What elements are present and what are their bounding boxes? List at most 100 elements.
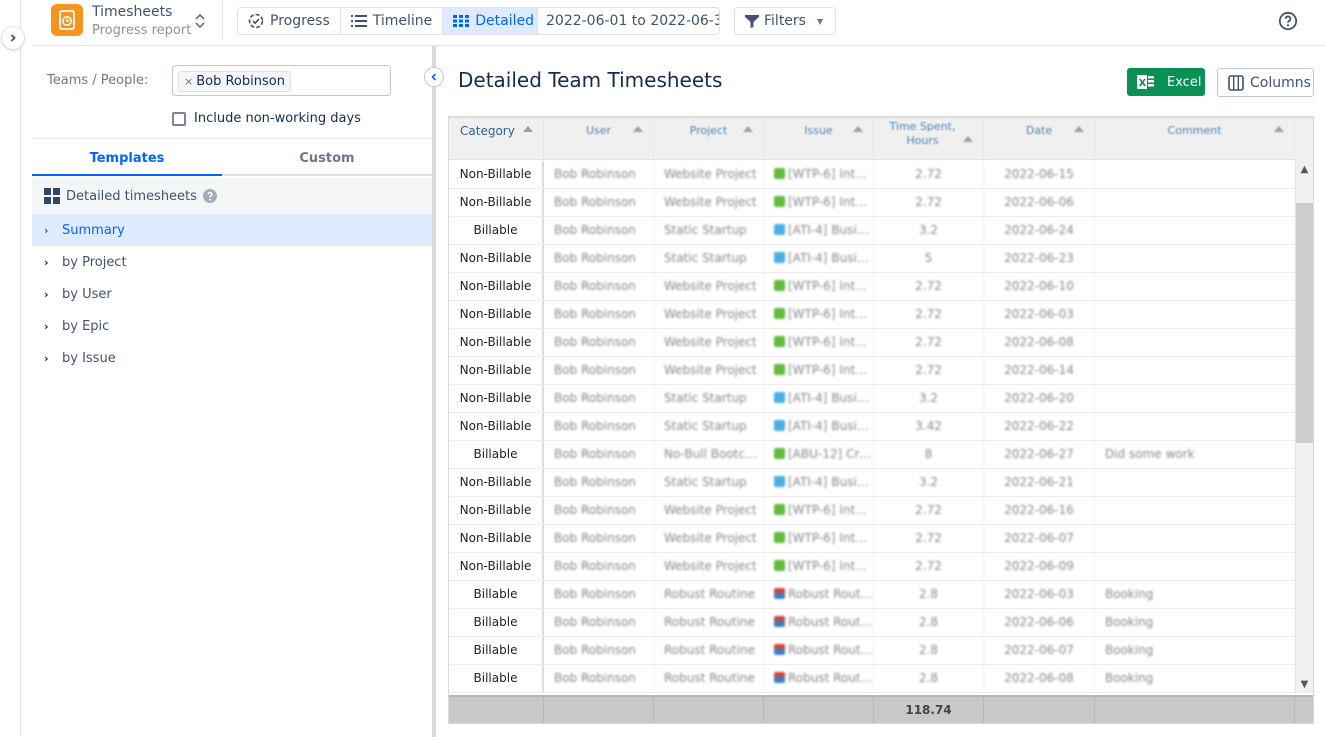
- filters-button[interactable]: Filters ▼: [734, 7, 836, 35]
- issue-link[interactable]: [WTP-6] Integ...: [788, 195, 873, 209]
- tab-custom[interactable]: Custom: [222, 146, 432, 174]
- table-row[interactable]: Non-Billable Bob Robinson Website Project […: [449, 497, 1295, 525]
- issue-link[interactable]: [WTP-6] Integ...: [788, 335, 873, 349]
- left-panel: Teams / People: × Bob Robinson Include n…: [32, 46, 432, 737]
- column-header-issue[interactable]: Issue: [764, 118, 874, 159]
- table-row[interactable]: Billable Bob Robinson Robust Routine Robust…: [449, 581, 1295, 609]
- cell-user: Bob Robinson: [544, 581, 654, 608]
- column-header-project[interactable]: Project: [654, 118, 764, 159]
- table-row[interactable]: Billable Bob Robinson Static Startup [ATI-4…: [449, 217, 1295, 245]
- scroll-down-icon[interactable]: ▼: [1296, 676, 1313, 693]
- footer-cell: [1095, 697, 1295, 723]
- cell-user: Bob Robinson: [544, 385, 654, 412]
- sort-asc-icon: [963, 136, 973, 142]
- table-row[interactable]: Non-Billable Bob Robinson Static Startup [A…: [449, 245, 1295, 273]
- teams-people-label: Teams / People:: [47, 73, 149, 88]
- scroll-up-icon[interactable]: ▲: [1296, 161, 1313, 178]
- collapse-panel-button[interactable]: [424, 67, 444, 87]
- cell-user: Bob Robinson: [544, 665, 654, 692]
- table-row[interactable]: Billable Bob Robinson Robust Routine Robust…: [449, 665, 1295, 693]
- footer-cell: [984, 697, 1095, 723]
- non-working-days-checkbox[interactable]: [172, 111, 186, 126]
- view-progress-button[interactable]: Progress: [238, 8, 341, 34]
- list-icon: [350, 15, 367, 27]
- footer-cell: [764, 697, 874, 723]
- view-detailed-button[interactable]: Detailed: [443, 8, 545, 34]
- template-by-user[interactable]: › by User: [32, 278, 432, 310]
- cell-comment: [1095, 217, 1295, 244]
- cell-date: 2022-06-09: [984, 553, 1095, 580]
- columns-button[interactable]: Columns: [1217, 68, 1314, 97]
- table-row[interactable]: Billable Bob Robinson No-Bull Bootcamp [ABU…: [449, 441, 1295, 469]
- issue-link[interactable]: [WTP-6] Integ...: [788, 167, 873, 181]
- table-row[interactable]: Non-Billable Bob Robinson Static Startup [A…: [449, 385, 1295, 413]
- expand-sidebar-button[interactable]: [1, 26, 25, 50]
- cell-user: Bob Robinson: [544, 217, 654, 244]
- table-row[interactable]: Non-Billable Bob Robinson Static Startup [A…: [449, 413, 1295, 441]
- issue-link[interactable]: Robust Routi...: [788, 615, 873, 629]
- table-row[interactable]: Non-Billable Bob Robinson Website Project […: [449, 357, 1295, 385]
- issue-link[interactable]: [WTP-6] Integ...: [788, 531, 873, 545]
- issue-link[interactable]: [WTP-6] Integ...: [788, 559, 873, 573]
- cell-project: Static Startup: [654, 413, 764, 440]
- table-row[interactable]: Non-Billable Bob Robinson Website Project […: [449, 273, 1295, 301]
- table-row[interactable]: Non-Billable Bob Robinson Website Project […: [449, 553, 1295, 581]
- table-row[interactable]: Non-Billable Bob Robinson Website Project […: [449, 525, 1295, 553]
- table-row[interactable]: Non-Billable Bob Robinson Website Project […: [449, 189, 1295, 217]
- cell-comment: [1095, 273, 1295, 300]
- issue-link[interactable]: [WTP-6] Integ...: [788, 363, 873, 377]
- vertical-scrollbar[interactable]: ▲ ▼: [1295, 161, 1313, 693]
- chevron-right-icon: ›: [44, 287, 49, 301]
- issue-link[interactable]: [ATI-4] Busine...: [788, 251, 873, 265]
- panel-splitter[interactable]: [432, 46, 436, 737]
- issue-link[interactable]: [ATI-4] Busine...: [788, 223, 873, 237]
- app-switcher-button[interactable]: [193, 11, 207, 31]
- cell-hours: 2.72: [874, 301, 984, 328]
- tab-templates[interactable]: Templates: [32, 146, 222, 176]
- column-header-comment[interactable]: Comment: [1095, 118, 1295, 159]
- column-header-date[interactable]: Date: [984, 118, 1095, 159]
- issue-link[interactable]: [ATI-4] Busine...: [788, 391, 873, 405]
- issue-link[interactable]: [ABU-12] Cre...: [788, 447, 873, 461]
- table-row[interactable]: Non-Billable Bob Robinson Website Project […: [449, 161, 1295, 189]
- total-hours: 118.74: [874, 697, 984, 723]
- timesheet-table: Category User Project Issue Time Spent, …: [448, 116, 1314, 724]
- template-by-project[interactable]: › by Project: [32, 246, 432, 278]
- template-by-issue[interactable]: › by Issue: [32, 342, 432, 374]
- story-icon: [774, 560, 785, 571]
- issue-link[interactable]: Robust Routi...: [788, 643, 873, 657]
- cell-issue: [WTP-6] Integ...: [764, 357, 874, 384]
- cell-category: Non-Billable: [449, 469, 544, 496]
- issue-link[interactable]: Robust Routi...: [788, 671, 873, 685]
- date-range-input[interactable]: 2022-06-01 to 2022-06-30: [537, 7, 720, 35]
- column-header-user[interactable]: User: [544, 118, 654, 159]
- issue-link[interactable]: [WTP-6] Integ...: [788, 503, 873, 517]
- help-button[interactable]: [1278, 11, 1298, 31]
- help-icon[interactable]: [202, 189, 217, 203]
- scrollbar-thumb[interactable]: [1296, 203, 1313, 443]
- column-header-time-spent[interactable]: Time Spent, Hours: [874, 118, 984, 159]
- export-excel-button[interactable]: X Excel: [1127, 68, 1205, 96]
- cell-issue: [WTP-6] Integ...: [764, 161, 874, 188]
- template-by-epic[interactable]: › by Epic: [32, 310, 432, 342]
- template-summary[interactable]: › Summary: [32, 214, 432, 246]
- cell-hours: 2.8: [874, 637, 984, 664]
- sort-asc-icon: [633, 126, 643, 132]
- teams-people-input[interactable]: × Bob Robinson: [172, 65, 391, 96]
- view-timeline-button[interactable]: Timeline: [340, 8, 444, 34]
- table-row[interactable]: Non-Billable Bob Robinson Website Project […: [449, 329, 1295, 357]
- cell-hours: 2.72: [874, 161, 984, 188]
- issue-link[interactable]: [ATI-4] Busine...: [788, 419, 873, 433]
- table-row[interactable]: Non-Billable Bob Robinson Static Startup [A…: [449, 469, 1295, 497]
- table-row[interactable]: Non-Billable Bob Robinson Website Project […: [449, 301, 1295, 329]
- issue-link[interactable]: [WTP-6] Integ...: [788, 279, 873, 293]
- issue-link[interactable]: [ATI-4] Busine...: [788, 475, 873, 489]
- issue-link[interactable]: [WTP-6] Integ...: [788, 307, 873, 321]
- remove-tag-icon[interactable]: ×: [184, 75, 193, 88]
- column-header-category[interactable]: Category: [449, 118, 544, 159]
- cell-issue: [ATI-4] Busine...: [764, 245, 874, 272]
- issue-link[interactable]: Robust Routi...: [788, 587, 873, 601]
- table-row[interactable]: Billable Bob Robinson Robust Routine Robust…: [449, 637, 1295, 665]
- cell-hours: 3.42: [874, 413, 984, 440]
- table-row[interactable]: Billable Bob Robinson Robust Routine Robust…: [449, 609, 1295, 637]
